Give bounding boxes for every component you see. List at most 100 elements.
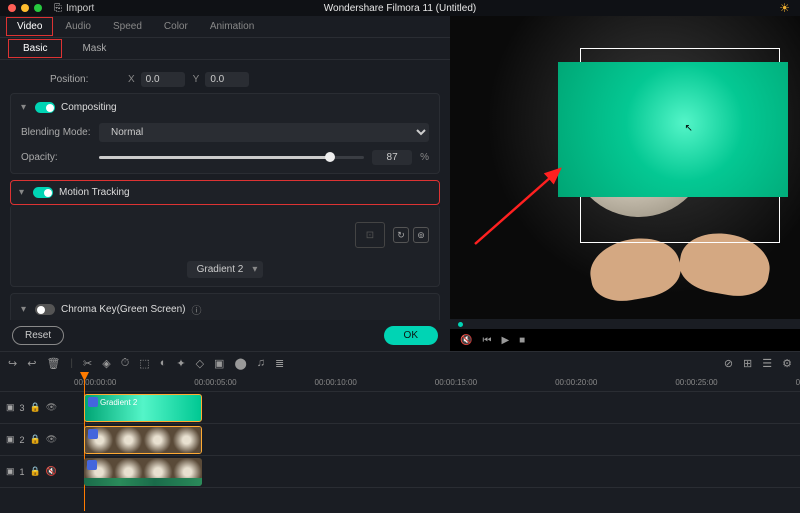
track-lane[interactable] — [74, 424, 800, 455]
record-icon[interactable]: ⬤ — [234, 357, 246, 370]
chevron-down-icon[interactable]: ▾ — [19, 187, 27, 198]
tab-speed[interactable]: Speed — [103, 18, 152, 35]
position-y-input[interactable] — [205, 72, 249, 87]
speed-icon[interactable]: ⏱ — [121, 357, 130, 370]
clip-type-icon — [87, 460, 97, 470]
opacity-label: Opacity: — [21, 152, 91, 163]
clip-type-icon — [88, 429, 98, 439]
maximize-window-icon[interactable] — [34, 4, 42, 12]
play-button[interactable]: ▶ — [501, 335, 509, 346]
marker-icon[interactable]: ◈ — [102, 357, 110, 370]
lock-icon[interactable]: 🔒 — [30, 434, 41, 445]
cursor-icon: ↖ — [685, 123, 693, 134]
track-target-box[interactable]: ⊡ — [355, 222, 385, 248]
y-label: Y — [193, 74, 200, 85]
visibility-icon[interactable]: 👁 — [46, 434, 57, 445]
preview-scrubber[interactable] — [450, 319, 800, 329]
visibility-icon[interactable]: 👁 — [46, 402, 57, 413]
opacity-value-input[interactable] — [372, 150, 412, 165]
ruler-tick: 00:00:25:00 — [675, 378, 717, 387]
settings-icon[interactable]: ⚙ — [782, 357, 792, 370]
ok-button[interactable]: OK — [384, 326, 438, 345]
ruler-tick: 00:00:30:00 — [796, 378, 800, 387]
timeline-panel: ↪ ↩ 🗑 | ✂ ◈ ⏱ ⬚ ◐ ✦ ◇ ▣ ⬤ ♫ ≣ ⊘ ⊞ ☰ ⚙ 00… — [0, 351, 800, 513]
volume-icon[interactable]: 🔇 — [460, 335, 472, 346]
preview-viewport[interactable]: ↖ — [450, 16, 800, 319]
color-icon[interactable]: ◐ — [160, 357, 167, 369]
window-controls — [8, 4, 42, 12]
cut-icon[interactable]: ✂ — [83, 357, 92, 370]
track-lane[interactable]: Gradient 2 — [74, 392, 800, 423]
delete-icon[interactable]: 🗑 — [46, 357, 60, 370]
tracking-target-dropdown[interactable]: Gradient 2 — [187, 261, 264, 278]
track-type-icon: ▣ — [6, 402, 15, 413]
position-x-input[interactable] — [141, 72, 185, 87]
clip-video[interactable] — [84, 458, 202, 486]
gradient-overlay[interactable]: ↖ — [558, 62, 788, 197]
tab-video[interactable]: Video — [6, 17, 53, 36]
render-icon[interactable]: ▣ — [214, 357, 224, 370]
audio-icon[interactable]: ♫ — [257, 357, 265, 369]
tab-animation[interactable]: Animation — [200, 18, 264, 35]
compositing-toggle[interactable] — [35, 102, 55, 113]
blend-mode-select[interactable]: Normal — [99, 123, 429, 142]
track-row: ▣ 3 🔒 👁 Gradient 2 — [0, 392, 800, 424]
info-icon[interactable]: ⓘ — [192, 302, 202, 317]
motion-tracking-section: ▾ Motion Tracking — [10, 180, 440, 205]
import-button[interactable]: ⎘ Import — [54, 3, 94, 14]
mixer-icon[interactable]: ≣ — [275, 357, 284, 370]
timeline-ruler[interactable]: 00:00:00:00 00:00:05:00 00:00:10:00 00:0… — [0, 374, 800, 392]
stop-button[interactable]: ■ — [519, 335, 525, 346]
opacity-slider[interactable] — [99, 156, 364, 159]
track-type-icon: ▣ — [6, 466, 15, 477]
ruler-tick: 00:00:10:00 — [315, 378, 357, 387]
tab-color[interactable]: Color — [154, 18, 198, 35]
mute-icon[interactable]: 🔇 — [46, 466, 57, 477]
effects-icon[interactable]: ✦ — [176, 357, 185, 370]
track-size-icon[interactable]: ☰ — [762, 357, 772, 370]
track-number: 1 — [20, 467, 25, 477]
ruler-tick: 00:00:20:00 — [555, 378, 597, 387]
tab-audio[interactable]: Audio — [55, 18, 101, 35]
keyframe-icon[interactable]: ◇ — [196, 357, 204, 370]
redo-icon[interactable]: ↪ — [8, 357, 17, 370]
clip-gradient[interactable]: Gradient 2 — [84, 394, 202, 422]
zoom-fit-icon[interactable]: ⊘ — [724, 357, 733, 370]
chroma-key-section: ▾ Chroma Key(Green Screen) ⓘ — [10, 293, 440, 320]
crop-icon[interactable]: ⬚ — [139, 357, 149, 370]
compositing-title: Compositing — [61, 102, 117, 113]
compositing-section: ▾ Compositing Blending Mode: Normal Opac… — [10, 93, 440, 174]
import-icon: ⎘ — [54, 3, 62, 14]
motion-tracking-toggle[interactable] — [33, 187, 53, 198]
x-label: X — [128, 74, 135, 85]
clip-video[interactable] — [84, 426, 202, 454]
subtab-basic[interactable]: Basic — [8, 39, 62, 58]
lock-icon[interactable]: 🔒 — [30, 402, 41, 413]
close-window-icon[interactable] — [8, 4, 16, 12]
undo-icon[interactable]: ↩ — [27, 357, 36, 370]
subtab-mask[interactable]: Mask — [68, 40, 120, 57]
chroma-key-toggle[interactable] — [35, 304, 55, 315]
track-row: ▣ 1 🔒 🔇 — [0, 456, 800, 488]
prev-frame-button[interactable]: ⏮ — [482, 335, 491, 346]
titlebar: ⎘ Import Wondershare Filmora 11 (Untitle… — [0, 0, 800, 16]
track-reset-button[interactable]: ↻ — [393, 227, 409, 243]
lock-icon[interactable]: 🔒 — [30, 466, 41, 477]
chevron-right-icon[interactable]: ▾ — [21, 304, 29, 315]
reset-button[interactable]: Reset — [12, 326, 64, 345]
preview-controls: 🔇 ⏮ ▶ ■ — [450, 329, 800, 351]
chroma-key-title: Chroma Key(Green Screen) — [61, 304, 186, 315]
primary-tabs: Video Audio Speed Color Animation — [0, 16, 450, 38]
target-icon: ⊡ — [366, 230, 374, 241]
track-lane[interactable] — [74, 456, 800, 487]
minimize-window-icon[interactable] — [21, 4, 29, 12]
snap-icon[interactable]: ⊞ — [743, 357, 752, 370]
ruler-tick: 00:00:00:00 — [74, 378, 116, 387]
theme-icon[interactable]: ☀ — [779, 1, 790, 15]
track-row: ▣ 2 🔒 👁 — [0, 424, 800, 456]
track-number: 3 — [20, 403, 25, 413]
track-play-button[interactable]: ⊚ — [413, 227, 429, 243]
inspector-panel: Video Audio Speed Color Animation Basic … — [0, 16, 450, 351]
chevron-down-icon[interactable]: ▾ — [21, 102, 29, 113]
position-label: Position: — [50, 74, 120, 85]
